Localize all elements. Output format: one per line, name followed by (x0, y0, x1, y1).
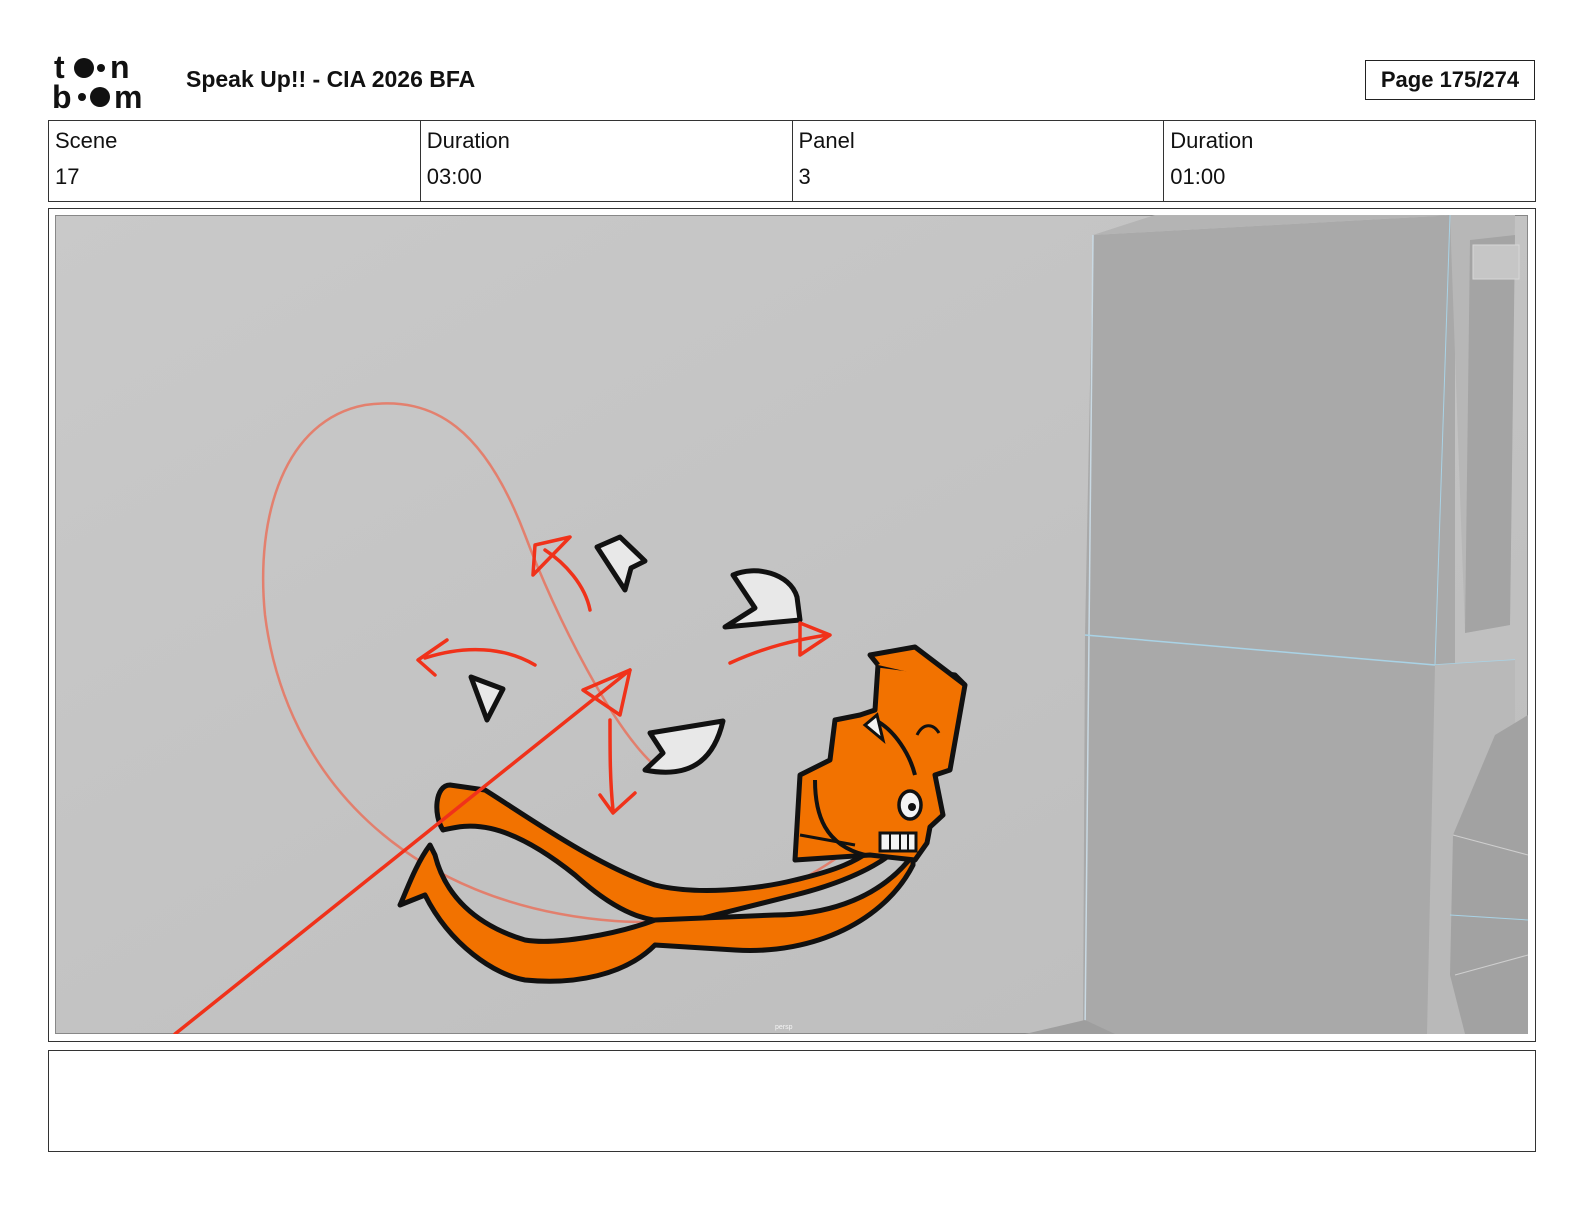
svg-text:b: b (52, 79, 72, 112)
scene-cell: Scene 17 (49, 121, 421, 201)
camera-view-label: persp (775, 1024, 793, 1031)
scene-duration-label: Duration (426, 128, 510, 153)
panel-duration-cell: Duration 01:00 (1164, 121, 1535, 201)
panel-value: 3 (798, 164, 811, 189)
panel-duration-value: 01:00 (1170, 164, 1226, 189)
storyboard-panel-image: persp (55, 215, 1528, 1034)
scene-duration-cell: Duration 03:00 (421, 121, 793, 201)
project-title: Speak Up!! - CIA 2026 BFA (186, 66, 476, 92)
page-indicator: Page 175/274 (1365, 60, 1535, 100)
wall-3d-geometry (1025, 215, 1528, 1034)
panel-label: Panel (798, 128, 855, 153)
scene-duration-value: 03:00 (426, 164, 482, 189)
storyboard-panel-frame: persp (48, 208, 1536, 1042)
svg-text:m: m (114, 79, 142, 112)
panel-notes-box (48, 1050, 1536, 1152)
toonboom-logo: t n b m (52, 50, 142, 112)
panel-cell: Panel 3 (793, 121, 1165, 201)
scene-label: Scene (55, 128, 118, 153)
panel-duration-label: Duration (1170, 128, 1254, 153)
scene-value: 17 (55, 164, 80, 189)
scene-info-table: Scene 17 Duration 03:00 Panel 3 Duration… (48, 120, 1536, 202)
